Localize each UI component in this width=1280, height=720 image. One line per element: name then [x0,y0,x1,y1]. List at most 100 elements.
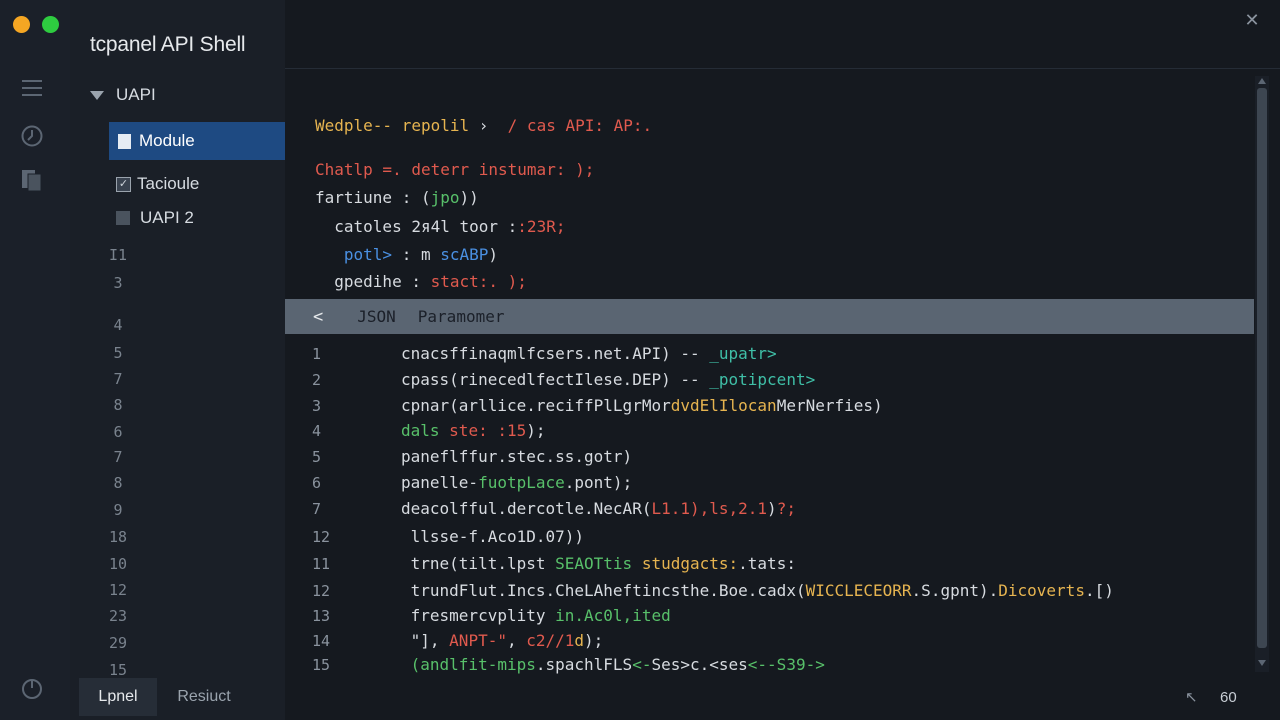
code-token: scABP [440,245,489,264]
tab-lpnel[interactable]: Lpnel [79,678,157,716]
tab-label: Resiuct [177,688,231,705]
code-token: Chatlp =. [315,160,412,179]
tab-json[interactable]: JSON [357,307,396,326]
folder-icon [116,211,130,225]
code-token: potl> [315,245,393,264]
code-line: catoles 2я4l toor ::23R; [315,217,565,236]
code-token: Wedple-- repolil [315,116,470,135]
code-token: cnacsffinaqmlfcsers.net.API) -- [401,344,710,363]
code-token: fartiune : ( [315,188,431,207]
line-number: 6 [312,474,322,492]
gutter-number: 7 [113,448,123,466]
code-line: potl> : m scABP) [315,245,498,264]
code-token: .spachlFLS [535,655,633,674]
line-number: 12 [312,582,331,600]
tab-label: Lpnel [98,688,138,705]
code-token: in.Ac0l,ited [555,606,671,625]
code-token: llsse-f.Aco1D.07)) [401,527,585,546]
code-token: .[) [1084,581,1114,600]
scroll-up-arrow-icon[interactable] [1258,78,1266,84]
line-number: 3 [312,397,322,415]
tree-item-label: UAPI 2 [140,208,194,227]
editor-area: ✕ Wedple-- repolil › / cas API: AP:. Chat… [285,0,1280,720]
close-icon[interactable]: ✕ [1242,10,1262,30]
line-number: 2 [312,371,322,389]
code-line: dals ste: :15); [401,421,546,440]
window-maximize-dot[interactable] [42,16,59,33]
code-line: deacolfful.dercotle.NecAR(L1.1),ls,2.1)?… [401,499,796,518]
documents-icon[interactable] [20,168,44,192]
gutter-number: 29 [108,634,128,652]
tree-item-module[interactable]: Module [109,122,285,160]
line-number: 15 [312,656,331,674]
code-token: stact:. ); [430,272,527,291]
menu-icon[interactable] [20,76,44,100]
file-icon [118,133,131,149]
line-number: 5 [312,448,322,466]
gutter-number: 5 [113,344,123,362]
code-line: cpass(rinecedlfectIlese.DEP) -- _potipce… [401,370,815,389]
gutter-number: 18 [108,528,128,546]
code-token: , [506,631,527,650]
code-line: gpedihe : stact:. ); [315,272,527,291]
code-token: panelle- [401,473,479,492]
code-token: deterr instumar: ); [411,160,595,179]
code-line: panelle-fuotpLace.pont); [401,473,632,492]
code-line: cnacsffinaqmlfcsers.net.API) -- _upatr> [401,344,777,363]
code-line: Wedple-- repolil › / cas API: AP:. [315,116,652,135]
code-token: cpnar(arllice.reciffPlLgrMor [401,396,671,415]
tree-root-uapi[interactable]: UAPI [90,85,156,105]
line-number: 14 [312,632,331,650]
status-value: 60 [1220,689,1237,706]
chevron-down-icon [90,90,104,100]
code-token: Dicoverts [998,581,1085,600]
code-token: SEAOTtis [555,554,642,573]
gutter-number: 10 [108,555,128,573]
power-icon[interactable] [20,676,44,700]
code-token: .S.gpnt). [911,581,999,600]
tree-item-uapi2[interactable]: UAPI 2 [116,208,194,228]
sidebar: tcpanel API Shell UAPI Module ✓ Tacioule… [70,0,285,720]
code-token: paneflffur.stec.ss.gotr) [401,447,633,466]
gutter-number: 8 [113,474,123,492]
code-token: ); [526,421,546,440]
gutter-number: 12 [108,581,128,599]
code-token: trundFlut.Incs.CheLAheftincsthe.Boe.cadх… [401,581,806,600]
code-token: jpo [430,188,460,207]
code-token: :23R; [517,217,566,236]
code-line: trundFlut.Incs.CheLAheftincsthe.Boe.cadх… [401,581,1114,600]
code-token: cpass(rinecedlfectIlese.DEP) -- [401,370,710,389]
tab-parameter[interactable]: Paramomer [418,307,505,326]
code-token: dvdElIlocan [670,396,777,415]
clock-icon[interactable] [20,124,44,148]
code-token: fuotpLace [478,473,565,492]
code-token: catoles 2я4l toor : [315,217,518,236]
code-token: studgacts: [641,554,739,573]
scrollbar-thumb[interactable] [1257,88,1267,648]
code-token: deacolfful.dercotle.NecAR( [401,499,652,518]
window-minimize-dot[interactable] [13,16,30,33]
code-token: L1.1),ls,2.1 [651,499,768,518]
code-token: › [469,116,499,135]
code-token: / cas API: AP:. [498,116,653,135]
scroll-down-arrow-icon[interactable] [1258,660,1266,666]
gutter-number: 23 [108,607,128,625]
gutter-number: 9 [113,501,123,519]
code-line: cpnar(arllice.reciffPlLgrMordvdElIlocanM… [401,396,883,415]
code-line: fresmercvplity in.Ac0l,ited [401,606,671,625]
code-token: c2//1 [526,631,575,650]
code-token: )) [459,188,479,207]
tab-resiuct[interactable]: Resiuct [162,678,246,716]
app-title: tcpanel API Shell [90,33,246,56]
code-line: Chatlp =. deterr instumar: ); [315,160,594,179]
code-token: fresmercvplity [401,606,556,625]
line-number: 11 [312,555,331,573]
gutter-number: 7 [113,370,123,388]
back-chevron-icon[interactable]: < [313,307,323,327]
code-token: ANPT-" [449,631,507,650]
code-token: gpedihe : [315,272,431,291]
code-line: (andlfit-mips.spachlFLS<-Ses>c.<ses<--S3… [401,655,825,674]
code-token: WICCLECEORR [805,581,912,600]
tree-item-tacioule[interactable]: ✓ Tacioule [116,174,199,194]
code-token: d [574,631,585,650]
